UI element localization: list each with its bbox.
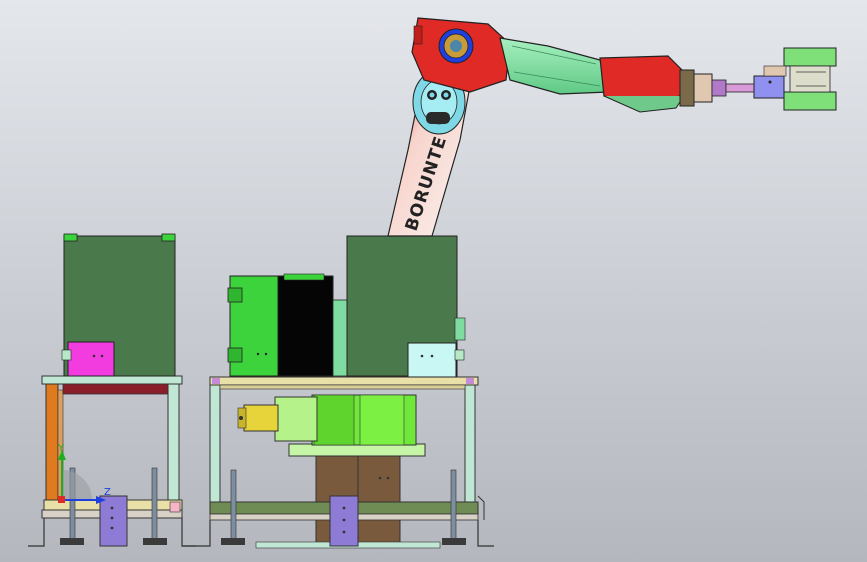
robot-wrist-flange [679, 69, 695, 107]
cad-viewport[interactable]: Y Z BORUNTE [0, 0, 867, 562]
triad-z-label: Z [104, 487, 111, 498]
triad-y-label: Y [57, 443, 65, 454]
right-station-side-unit [227, 273, 350, 377]
left-station-maroon-bar [62, 383, 169, 395]
right-station-leg-left [209, 383, 221, 505]
right-station-leg-right [464, 383, 476, 505]
robot-workcell-model: Y Z BORUNTE [28, 17, 837, 549]
left-station-top-plate [41, 375, 183, 385]
left-station-cabinet-cap-right [161, 233, 176, 242]
right-station-table-sub [219, 384, 466, 390]
robot-arm: BORUNTE [387, 17, 837, 237]
left-station-magenta-box [67, 341, 115, 377]
right-station-corner-right [466, 378, 474, 384]
triad-quadrant [62, 470, 92, 500]
left-station-leg-orange [45, 383, 59, 503]
robot-forearm [499, 37, 609, 95]
robot-base-flange [288, 443, 426, 457]
robot-base [237, 394, 417, 446]
left-station-cabinet-cap-left [63, 233, 78, 242]
left-station-magenta-clip [61, 349, 72, 361]
robot-gripper [753, 47, 837, 111]
right-station-cyan-box [407, 342, 457, 378]
left-station-leg-right [167, 383, 180, 503]
right-station-corner-left [212, 378, 220, 384]
left-station-purple-plate [99, 495, 128, 547]
triad-origin [58, 496, 65, 503]
robot-base-yellow-motor [243, 404, 279, 432]
left-station-pink-block [169, 501, 181, 513]
robot-tool-shaft [725, 83, 757, 93]
coordinate-triad[interactable]: Y Z [57, 443, 111, 504]
right-station-table-top [209, 376, 479, 386]
right-station [182, 235, 494, 549]
left-station [28, 233, 196, 547]
